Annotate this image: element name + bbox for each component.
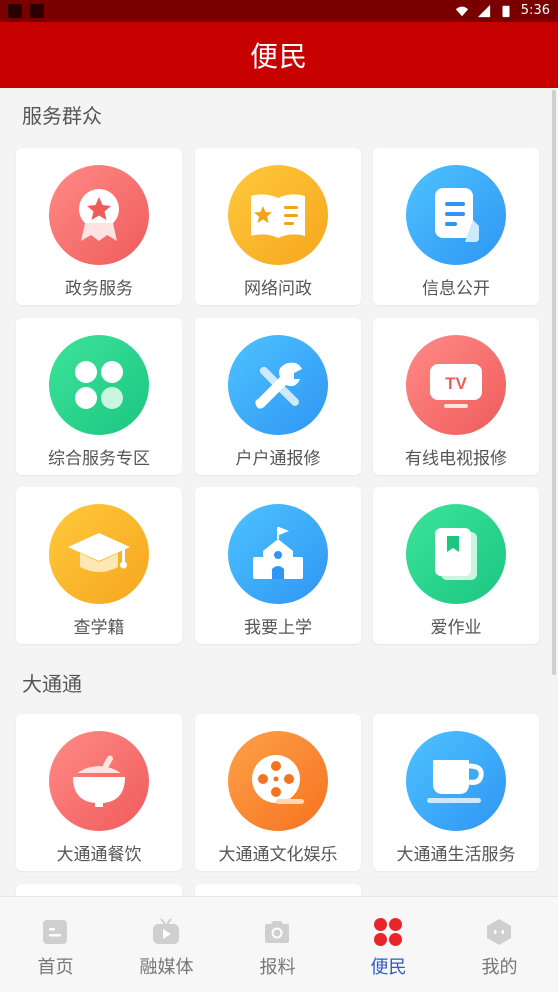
- service-label: 户户通报修: [235, 449, 321, 469]
- clover-icon: [49, 335, 149, 435]
- service-label: 我要上学: [244, 618, 312, 638]
- home-icon: [43, 920, 67, 944]
- nav-report[interactable]: 报料: [222, 897, 333, 992]
- service-student-records[interactable]: 查学籍: [16, 487, 182, 644]
- service-label: 信息公开: [422, 279, 490, 299]
- service-label: 网络问政: [244, 279, 312, 299]
- app-header: 便民: [0, 22, 558, 88]
- service-satellite-repair[interactable]: 户户通报修: [195, 318, 361, 475]
- status-time: 5:36: [520, 3, 550, 18]
- nav-label: 便民: [370, 957, 407, 978]
- service-cable-tv-repair[interactable]: TV 有线电视报修: [373, 318, 539, 475]
- bottom-nav: 首页 融媒体 报料 便民 我的: [0, 896, 558, 992]
- service-label: 查学籍: [73, 618, 125, 638]
- service-life-services[interactable]: 大通通生活服务: [373, 714, 539, 871]
- document-icon: [406, 165, 506, 265]
- repair-tools-icon: [228, 335, 328, 435]
- clover-icon: [374, 918, 402, 946]
- award-badge-icon: [49, 165, 149, 265]
- tv-icon: TV: [406, 335, 506, 435]
- food-bowl-icon: [49, 731, 149, 831]
- coffee-cup-icon: [406, 731, 506, 831]
- page-title: 便民: [249, 40, 308, 73]
- graduation-cap-icon: [49, 504, 149, 604]
- nav-convenience[interactable]: 便民: [333, 897, 444, 992]
- service-card-partial[interactable]: [195, 884, 361, 896]
- scrollbar[interactable]: [552, 90, 556, 675]
- status-bar: 5:36: [0, 0, 558, 22]
- nav-label: 我的: [481, 957, 518, 978]
- service-comprehensive[interactable]: 综合服务专区: [16, 318, 182, 475]
- service-dining[interactable]: 大通通餐饮: [16, 714, 182, 871]
- service-label: 大通通餐饮: [56, 845, 142, 865]
- service-culture-entertainment[interactable]: 大通通文化娱乐: [195, 714, 361, 871]
- service-gov-affairs[interactable]: 政务服务: [16, 148, 182, 305]
- wifi-icon: [455, 6, 468, 16]
- service-online-inquiry[interactable]: 网络问政: [195, 148, 361, 305]
- main-content[interactable]: 服务群众 政务服务 网络问政 信息公开 综合服务专区 户户通报修 TV 有线电视…: [0, 88, 558, 896]
- notification-icon: [8, 4, 22, 18]
- section-title-datongtong: 大通通: [22, 672, 82, 696]
- camera-icon: [265, 921, 289, 943]
- profile-icon: [487, 919, 511, 945]
- nav-label: 融媒体: [139, 957, 194, 978]
- service-label: 大通通文化娱乐: [218, 845, 338, 865]
- service-label: 综合服务专区: [48, 449, 150, 469]
- nav-label: 首页: [37, 957, 74, 978]
- nav-home[interactable]: 首页: [0, 897, 111, 992]
- service-card-partial[interactable]: [16, 884, 182, 896]
- service-label: 政务服务: [65, 279, 133, 299]
- battery-icon: [502, 5, 510, 17]
- service-label: 大通通生活服务: [396, 845, 516, 865]
- service-homework[interactable]: 爱作业: [373, 487, 539, 644]
- nav-mine[interactable]: 我的: [444, 897, 555, 992]
- media-icon: [153, 918, 179, 944]
- notebook-icon: [406, 504, 506, 604]
- service-label: 有线电视报修: [405, 449, 507, 469]
- service-label: 爱作业: [430, 618, 482, 638]
- nav-media[interactable]: 融媒体: [111, 897, 222, 992]
- app-notification-icon: [30, 4, 44, 18]
- film-reel-icon: [228, 731, 328, 831]
- school-icon: [228, 504, 328, 604]
- service-enroll-school[interactable]: 我要上学: [195, 487, 361, 644]
- nav-label: 报料: [259, 957, 296, 978]
- section-title-service: 服务群众: [22, 104, 102, 128]
- open-book-icon: [228, 165, 328, 265]
- signal-icon: [477, 4, 490, 17]
- svg-text:TV: TV: [445, 374, 467, 393]
- service-info-disclosure[interactable]: 信息公开: [373, 148, 539, 305]
